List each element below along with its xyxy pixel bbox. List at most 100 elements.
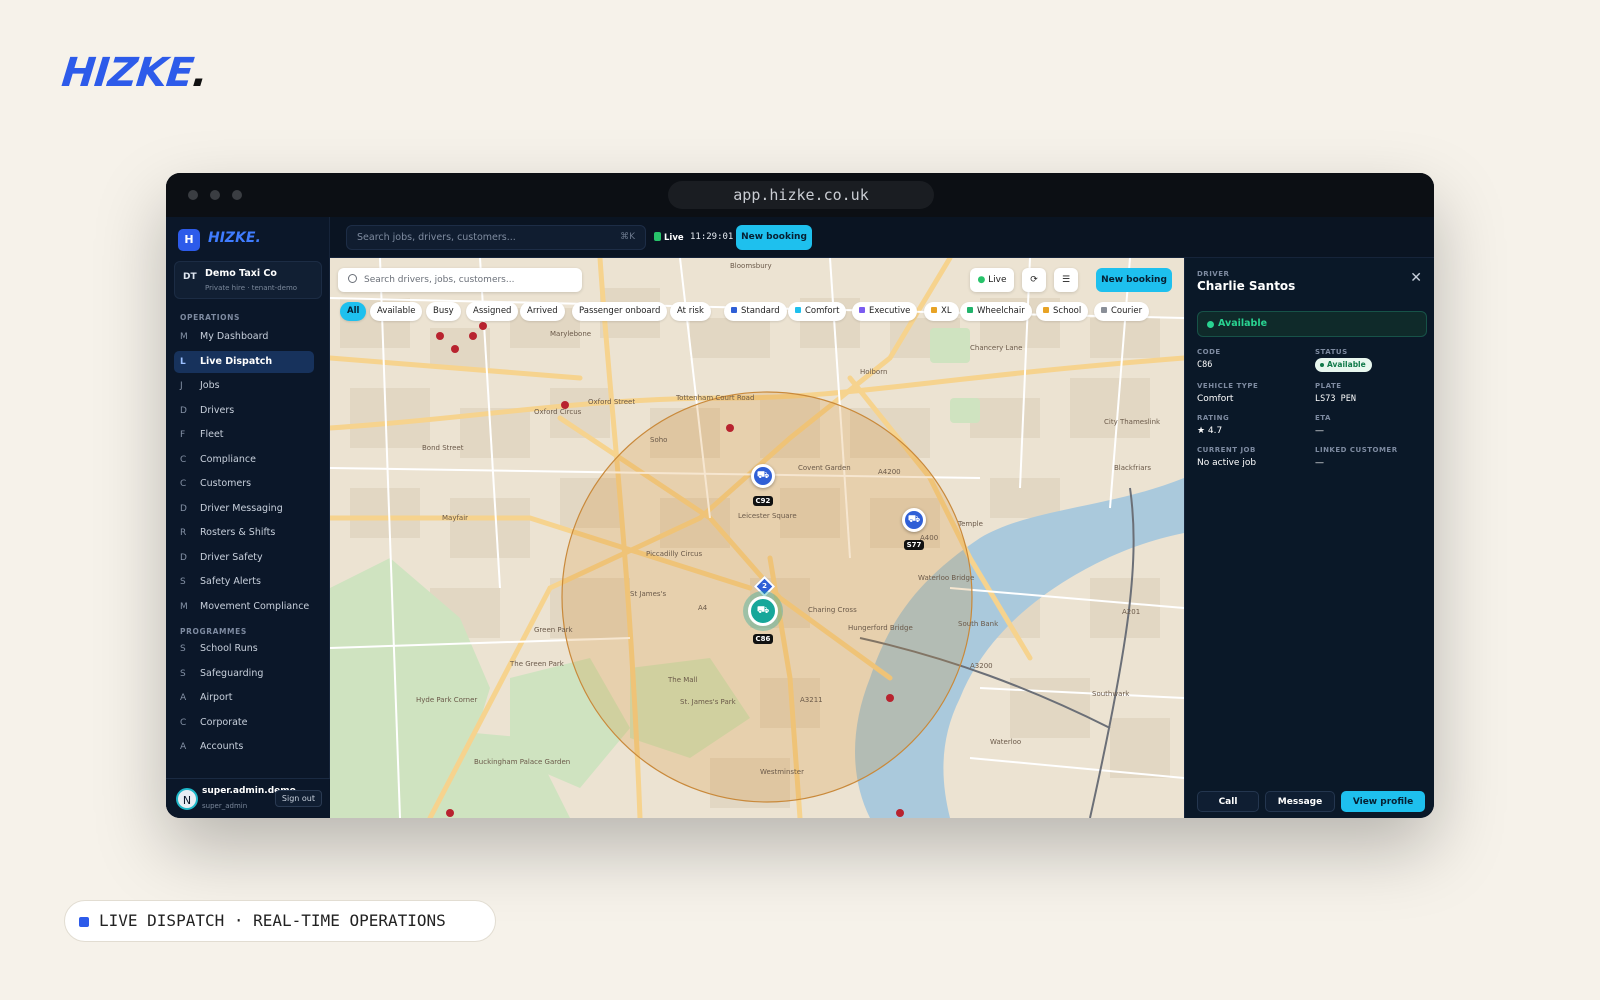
search-icon: [348, 274, 357, 283]
sidebar-item-icon: A: [180, 693, 187, 703]
filter-chip-all[interactable]: All: [340, 302, 367, 321]
current-job-label: CURRENT JOB: [1197, 446, 1256, 454]
sidebar-item-driver-messaging[interactable]: D Driver Messaging: [174, 498, 314, 520]
app-logo-text: HIZKE.: [208, 230, 261, 246]
chip-label: School: [1053, 306, 1082, 316]
sidebar-item-safeguarding[interactable]: S Safeguarding: [174, 663, 314, 685]
linked-customer-label: LINKED CUSTOMER: [1315, 446, 1398, 454]
eta-value: —: [1315, 426, 1324, 436]
new-booking-button[interactable]: New booking: [736, 225, 812, 250]
org-sub: Private hire · tenant-demo: [205, 284, 298, 292]
refresh-button[interactable]: ⟳: [1022, 268, 1046, 292]
browser-titlebar: app.hizke.co.uk: [166, 173, 1434, 217]
sidebar-item-label: Corporate: [200, 716, 248, 728]
chip-label: All: [347, 306, 360, 316]
filter-chip-busy[interactable]: Busy: [426, 302, 461, 321]
sidebar-item-label: My Dashboard: [200, 331, 269, 342]
sidebar-item-live-dispatch[interactable]: L Live Dispatch: [174, 350, 314, 373]
filter-chip-assigned[interactable]: Assigned: [466, 302, 519, 321]
live-indicator: Live: [654, 232, 684, 243]
sidebar-item-icon: A: [180, 742, 187, 752]
driver-detail-panel: DRIVER Charlie Santos ✕ Available CODE C…: [1184, 258, 1434, 818]
driver-name: Charlie Santos: [1197, 279, 1296, 293]
cluster-count: 2: [762, 582, 767, 590]
chip-color-swatch: [1101, 307, 1107, 313]
vehicle-marker-selected[interactable]: ⛟ C86: [748, 596, 778, 645]
chip-label: Available: [377, 306, 416, 316]
sidebar-item-customers[interactable]: C Customers: [174, 473, 314, 495]
app-logo-icon[interactable]: H: [178, 229, 200, 251]
sidebar-item-safety-alerts[interactable]: S Safety Alerts: [174, 571, 314, 593]
filter-chip-school[interactable]: School: [1036, 302, 1089, 321]
filter-chip-executive[interactable]: Executive: [852, 302, 918, 321]
sidebar-item-jobs[interactable]: J Jobs: [174, 375, 314, 397]
vehicle-marker[interactable]: ⛟ C92: [751, 464, 775, 507]
url-bar[interactable]: app.hizke.co.uk: [668, 181, 934, 209]
sidebar-item-corporate[interactable]: C Corporate: [174, 712, 314, 734]
sidebar-item-icon: C: [180, 479, 187, 489]
sidebar-item-icon: J: [180, 381, 183, 391]
user-footer: N super.admin.demo super_admin Sign out: [166, 778, 330, 818]
sidebar-item-school-runs[interactable]: S School Runs: [174, 638, 314, 660]
org-switcher[interactable]: DT Demo Taxi Co Private hire · tenant-de…: [174, 261, 322, 299]
chip-label: Standard: [741, 306, 780, 316]
filter-chip-wheelchair[interactable]: Wheelchair: [960, 302, 1032, 321]
sidebar-item-movement-compliance[interactable]: M Movement Compliance: [174, 596, 314, 618]
filter-chip-arrived[interactable]: Arrived: [520, 302, 565, 321]
code-label: CODE: [1197, 348, 1221, 356]
car-icon: ⛟: [751, 464, 775, 488]
sidebar-item-driver-safety[interactable]: D Driver Safety: [174, 547, 314, 569]
global-search-input[interactable]: Search jobs, drivers, customers... ⌘K: [346, 225, 646, 250]
org-avatar: DT: [183, 272, 197, 282]
section-programmes: PROGRAMMES: [180, 627, 247, 636]
rating-value: ★ 4.7: [1197, 426, 1223, 436]
sidebar: H HIZKE. DT Demo Taxi Co Private hire · …: [166, 217, 330, 818]
call-button[interactable]: Call: [1197, 791, 1259, 812]
sidebar-item-label: Airport: [200, 692, 233, 703]
section-operations: OPERATIONS: [180, 313, 240, 322]
map-canvas[interactable]: [330, 258, 1184, 818]
live-map[interactable]: Bloomsbury Soho Covent Garden Mayfair St Jam…: [330, 258, 1184, 818]
map-search-placeholder: Search drivers, jobs, customers...: [364, 275, 515, 285]
view-profile-button[interactable]: View profile: [1341, 791, 1425, 812]
avatar[interactable]: N: [176, 788, 198, 810]
sidebar-item-label: Driver Safety: [200, 551, 263, 563]
map-search-input[interactable]: Search drivers, jobs, customers...: [338, 268, 582, 292]
filter-chip-courier[interactable]: Courier: [1094, 302, 1150, 321]
sidebar-item-fleet[interactable]: F Fleet: [174, 424, 314, 446]
sidebar-item-label: Driver Messaging: [200, 502, 283, 514]
plate-label: PLATE: [1315, 382, 1342, 390]
filter-chip-available[interactable]: Available: [370, 302, 423, 321]
chip-label: Courier: [1111, 306, 1143, 316]
sidebar-item-drivers[interactable]: D Drivers: [174, 400, 314, 422]
filter-chip-passenger-onboard[interactable]: Passenger onboard: [572, 302, 668, 321]
sidebar-item-rosters-shifts[interactable]: R Rosters & Shifts: [174, 522, 314, 544]
filter-chip-xl[interactable]: XL: [924, 302, 959, 321]
chip-label: Busy: [433, 306, 454, 316]
sidebar-item-label: Fleet: [200, 429, 224, 440]
vehicle-marker[interactable]: ⛟ S77: [902, 508, 926, 551]
close-icon[interactable]: ✕: [1410, 270, 1422, 286]
layers-button[interactable]: ☰: [1054, 268, 1078, 292]
sign-out-button[interactable]: Sign out: [274, 790, 322, 807]
map-new-booking-button[interactable]: New booking: [1096, 268, 1172, 292]
code-value: C86: [1197, 360, 1213, 370]
window-close-dot[interactable]: [188, 190, 198, 200]
car-icon: ⛟: [902, 508, 926, 532]
message-button[interactable]: Message: [1265, 791, 1335, 812]
window-maximize-dot[interactable]: [232, 190, 242, 200]
top-bar: Search jobs, drivers, customers... ⌘K Liv…: [330, 217, 1434, 258]
filter-chip-at-risk[interactable]: At risk: [670, 302, 711, 321]
filter-chip-comfort[interactable]: Comfort: [788, 302, 847, 321]
sidebar-item-accounts[interactable]: A Accounts: [174, 736, 314, 758]
sidebar-item-my-dashboard[interactable]: M My Dashboard: [174, 326, 314, 348]
feature-caption: LIVE DISPATCH · REAL-TIME OPERATIONS: [64, 900, 496, 942]
map-live-toggle[interactable]: ● Live: [970, 268, 1014, 292]
sidebar-item-label: Customers: [200, 478, 252, 489]
refresh-icon: ⟳: [1030, 275, 1038, 285]
sidebar-item-airport[interactable]: A Airport: [174, 687, 314, 709]
filter-chip-standard[interactable]: Standard: [724, 302, 787, 321]
window-minimize-dot[interactable]: [210, 190, 220, 200]
sidebar-item-compliance[interactable]: C Compliance: [174, 449, 314, 471]
sidebar-item-label: Safeguarding: [200, 667, 264, 679]
